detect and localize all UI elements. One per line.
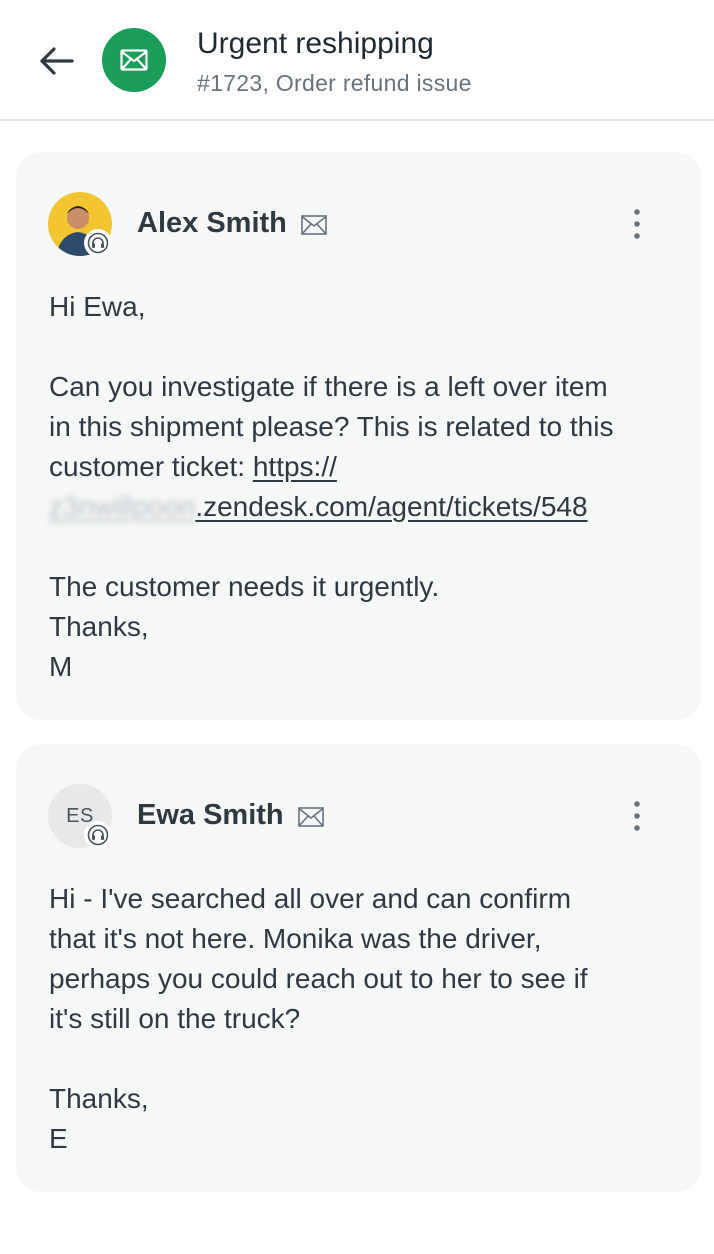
author-name: Alex Smith: [137, 207, 287, 239]
message-card: ES Ewa Smith Hi - I've searched all over…: [16, 744, 702, 1192]
message-line: perhaps you could reach out to her to se…: [49, 963, 588, 994]
message-line: Hi Ewa,: [49, 291, 146, 322]
message-line: Can you investigate if there is a left o…: [49, 371, 608, 402]
more-vertical-icon: [634, 209, 640, 239]
message-line: Thanks,: [49, 1083, 149, 1114]
message-line: The customer needs it urgently.: [49, 571, 440, 602]
mail-icon: [298, 807, 324, 827]
message-line: z3nwillpoon.zendesk.com/agent/tickets/54…: [49, 487, 685, 527]
message-line: Thanks,: [49, 611, 149, 642]
arrow-left-icon: [40, 47, 74, 75]
ticket-link-redacted[interactable]: z3nwillpoon: [49, 491, 195, 522]
message-menu-button[interactable]: [620, 202, 654, 246]
message-line: in this shipment please? This is related…: [49, 411, 614, 442]
agent-badge: [84, 821, 112, 849]
mail-icon: [120, 49, 148, 71]
ticket-title: Urgent reshipping: [197, 27, 434, 60]
ticket-link[interactable]: https://: [253, 451, 337, 482]
message-line: E: [49, 1123, 68, 1154]
message-line: M: [49, 651, 73, 682]
message-line: customer ticket: https://: [49, 447, 685, 487]
message-body: Hi - I've searched all over and can conf…: [49, 879, 685, 1159]
author-name: Ewa Smith: [137, 799, 284, 831]
avatar: ES: [48, 784, 112, 849]
agent-badge: [84, 229, 112, 257]
message-line: Hi - I've searched all over and can conf…: [49, 883, 572, 914]
ticket-subtitle: #1723, Order refund issue: [197, 70, 472, 96]
message-line: it's still on the truck?: [49, 1003, 301, 1034]
avatar: [48, 192, 112, 257]
message-body: Hi Ewa, Can you investigate if there is …: [49, 287, 685, 687]
message-card: Alex Smith Hi Ewa, Can you investigate i…: [16, 152, 702, 720]
email-channel-badge: [102, 28, 166, 92]
headset-icon: [87, 824, 109, 846]
conversation-header: Urgent reshipping #1723, Order refund is…: [0, 0, 714, 121]
message-line: that it's not here. Monika was the drive…: [49, 923, 542, 954]
message-menu-button[interactable]: [620, 794, 654, 838]
back-button[interactable]: [30, 38, 82, 84]
more-vertical-icon: [634, 801, 640, 831]
mail-icon: [301, 215, 327, 235]
message-text: customer ticket:: [49, 451, 253, 482]
headset-icon: [87, 232, 109, 254]
ticket-link[interactable]: .zendesk.com/agent/tickets/548: [195, 491, 587, 522]
